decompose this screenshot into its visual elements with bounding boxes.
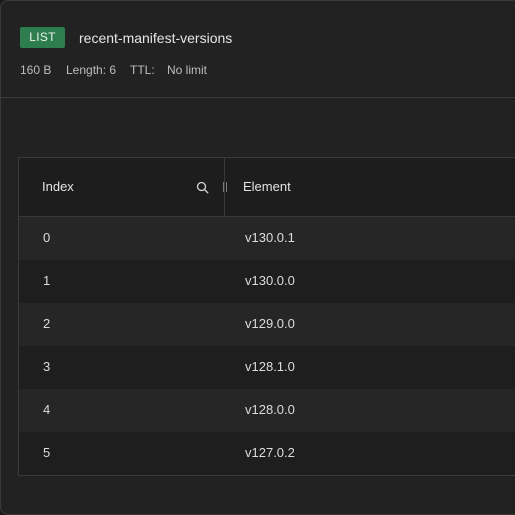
row-element[interactable]: v130.0.1 bbox=[245, 230, 295, 246]
search-icon[interactable] bbox=[196, 181, 209, 194]
ttl-label: TTL: bbox=[130, 63, 155, 77]
key-type-badge: LIST bbox=[20, 27, 65, 48]
table-body: 0 v130.0.1 1 v130.0.0 2 v129.0.0 3 v128.… bbox=[19, 217, 515, 475]
key-name[interactable]: recent-manifest-versions bbox=[79, 29, 232, 47]
row-element[interactable]: v129.0.0 bbox=[245, 316, 295, 332]
row-element[interactable]: v130.0.0 bbox=[245, 273, 295, 289]
table-row[interactable]: 4 v128.0.0 bbox=[19, 389, 515, 432]
table-row[interactable]: 3 v128.1.0 bbox=[19, 346, 515, 389]
table-row[interactable]: 5 v127.0.2 bbox=[19, 432, 515, 475]
column-header-index: Index bbox=[42, 179, 74, 194]
row-index: 4 bbox=[43, 402, 51, 417]
table-row[interactable]: 2 v129.0.0 bbox=[19, 303, 515, 346]
row-index: 3 bbox=[43, 359, 51, 374]
list-elements-table: Index Element 0 v130.0.1 1 v130.0.0 2 v1… bbox=[18, 157, 515, 476]
key-details-panel: LIST recent-manifest-versions 160 B Leng… bbox=[0, 0, 515, 515]
row-element[interactable]: v128.0.0 bbox=[245, 402, 295, 418]
column-header-element: Element bbox=[243, 179, 291, 194]
table-row[interactable]: 1 v130.0.0 bbox=[19, 260, 515, 303]
row-index: 0 bbox=[43, 230, 51, 245]
table-header: Index Element bbox=[19, 158, 515, 217]
key-length: Length: 6 bbox=[66, 63, 117, 77]
row-index: 5 bbox=[43, 445, 51, 460]
row-index: 1 bbox=[43, 273, 51, 288]
table-row[interactable]: 0 v130.0.1 bbox=[19, 217, 515, 260]
key-header: LIST recent-manifest-versions 160 B Leng… bbox=[1, 1, 515, 98]
row-element[interactable]: v128.1.0 bbox=[245, 359, 295, 375]
row-index: 2 bbox=[43, 316, 51, 331]
ttl-value[interactable]: No limit bbox=[167, 63, 207, 77]
row-element[interactable]: v127.0.2 bbox=[245, 445, 295, 461]
key-size: 160 B bbox=[20, 63, 52, 77]
